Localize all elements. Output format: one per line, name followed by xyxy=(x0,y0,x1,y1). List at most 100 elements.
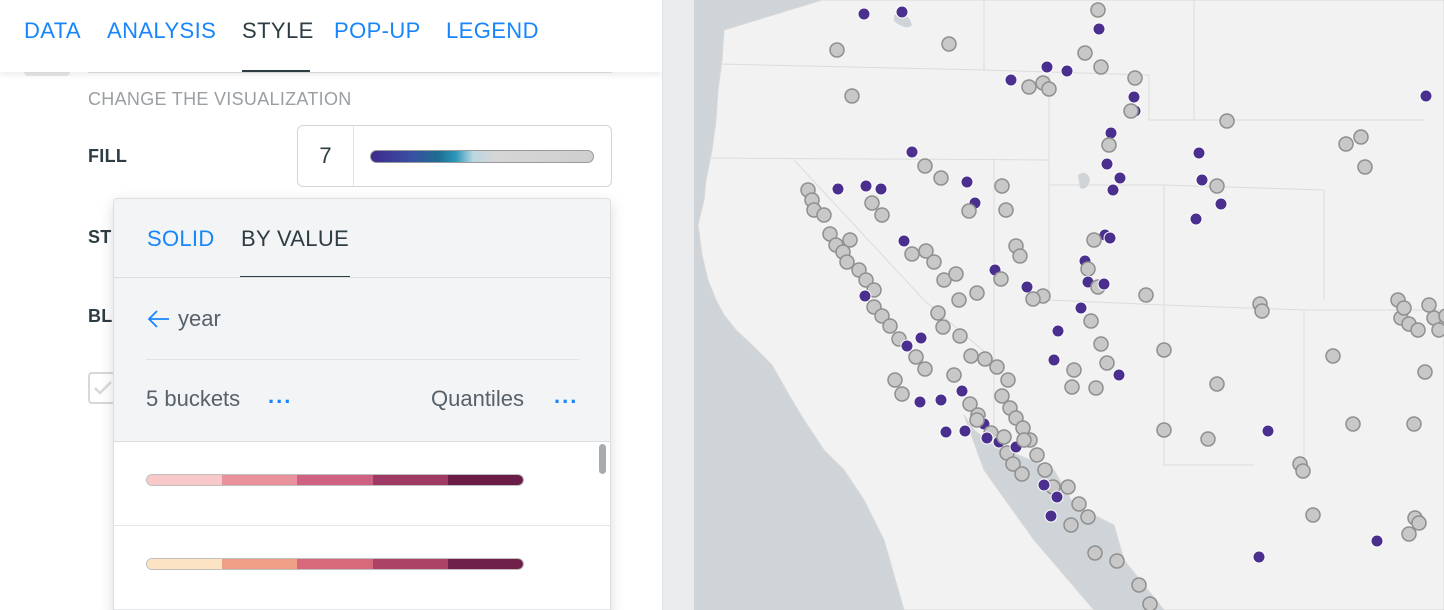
map-data-point[interactable] xyxy=(935,319,951,335)
map-data-point[interactable] xyxy=(1060,479,1076,495)
map-data-point[interactable] xyxy=(1209,178,1225,194)
map-data-point[interactable] xyxy=(1086,232,1102,248)
map-data-point[interactable] xyxy=(1012,248,1028,264)
tab-by-value[interactable]: BY VALUE xyxy=(241,226,349,252)
map-data-point[interactable] xyxy=(917,158,933,174)
map-data-point[interactable] xyxy=(1123,103,1139,119)
map-data-point[interactable] xyxy=(897,234,911,248)
map-data-point[interactable] xyxy=(1093,336,1109,352)
map-data-point[interactable] xyxy=(1189,212,1203,226)
map-data-point[interactable] xyxy=(1100,157,1114,171)
map-data-point[interactable] xyxy=(1417,364,1433,380)
map-data-point[interactable] xyxy=(980,431,994,445)
map-data-point[interactable] xyxy=(1357,159,1373,175)
map-data-point[interactable] xyxy=(1156,342,1172,358)
map-data-point[interactable] xyxy=(1345,416,1361,432)
map-data-point[interactable] xyxy=(1060,64,1074,78)
map-data-point[interactable] xyxy=(941,36,957,52)
map-data-point[interactable] xyxy=(1016,432,1032,448)
map-data-point[interactable] xyxy=(1112,368,1126,382)
map-data-point[interactable] xyxy=(963,348,979,364)
tab-solid[interactable]: SOLID xyxy=(147,226,215,252)
map-data-point[interactable] xyxy=(844,88,860,104)
map-data-point[interactable] xyxy=(1040,60,1054,74)
map-data-point[interactable] xyxy=(1421,297,1437,313)
map-data-point[interactable] xyxy=(961,203,977,219)
map-data-point[interactable] xyxy=(930,305,946,321)
map-data-point[interactable] xyxy=(969,412,985,428)
map-data-point[interactable] xyxy=(1064,379,1080,395)
map-data-point[interactable] xyxy=(994,178,1010,194)
map-data-point[interactable] xyxy=(939,425,953,439)
map-data-point[interactable] xyxy=(829,42,845,58)
panel-divider[interactable] xyxy=(662,0,694,610)
map-data-point[interactable] xyxy=(998,202,1014,218)
map-data-point[interactable] xyxy=(948,266,964,282)
map-data-point[interactable] xyxy=(1138,287,1154,303)
map-data-point[interactable] xyxy=(1000,372,1016,388)
map-data-point[interactable] xyxy=(831,182,845,196)
map-data-point[interactable] xyxy=(874,182,888,196)
map-data-point[interactable] xyxy=(1077,45,1093,61)
map-data-point[interactable] xyxy=(1088,380,1104,396)
map-data-point[interactable] xyxy=(1101,137,1117,153)
map-data-point[interactable] xyxy=(993,271,1009,287)
map-data-point[interactable] xyxy=(913,395,927,409)
map-data-point[interactable] xyxy=(926,254,942,270)
map-data-point[interactable] xyxy=(1419,89,1433,103)
map-data-point[interactable] xyxy=(864,195,880,211)
map-data-point[interactable] xyxy=(969,285,985,301)
map-data-point[interactable] xyxy=(1209,376,1225,392)
map-data-point[interactable] xyxy=(1093,59,1109,75)
map-data-point[interactable] xyxy=(1063,517,1079,533)
map-data-point[interactable] xyxy=(1401,526,1417,542)
map-data-point[interactable] xyxy=(894,386,910,402)
label-checkbox[interactable] xyxy=(88,372,116,404)
bucket-count-menu[interactable]: ... xyxy=(268,383,292,409)
map-data-point[interactable] xyxy=(1104,126,1118,140)
scrollbar-thumb[interactable] xyxy=(599,444,606,474)
map-data-point[interactable] xyxy=(933,170,949,186)
map-data-point[interactable] xyxy=(905,145,919,159)
map-data-point[interactable] xyxy=(1071,496,1087,512)
color-ramp-option[interactable] xyxy=(114,442,610,526)
classification-method-menu[interactable]: ... xyxy=(554,383,578,409)
map-data-point[interactable] xyxy=(1295,463,1311,479)
map-data-point[interactable] xyxy=(958,424,972,438)
map-data-point[interactable] xyxy=(1051,324,1065,338)
map-data-point[interactable] xyxy=(1113,171,1127,185)
map-data-point[interactable] xyxy=(1083,313,1099,329)
map-data-point[interactable] xyxy=(1099,355,1115,371)
map-data-point[interactable] xyxy=(1261,424,1275,438)
map-data-point[interactable] xyxy=(960,175,974,189)
map-data-point[interactable] xyxy=(1192,146,1206,160)
map-data-point[interactable] xyxy=(1087,545,1103,561)
fill-control[interactable]: 7 xyxy=(297,125,612,187)
map-data-point[interactable] xyxy=(1406,416,1422,432)
map-data-point[interactable] xyxy=(1037,478,1051,492)
map-data-point[interactable] xyxy=(952,328,968,344)
map-data-point[interactable] xyxy=(955,384,969,398)
map-data-point[interactable] xyxy=(1410,322,1426,338)
map-data-point[interactable] xyxy=(900,339,914,353)
map-data-point[interactable] xyxy=(1004,73,1018,87)
map-data-point[interactable] xyxy=(1219,113,1235,129)
map-data-point[interactable] xyxy=(1029,447,1045,463)
map-data-point[interactable] xyxy=(996,429,1012,445)
map-data-point[interactable] xyxy=(1131,577,1147,593)
map-data-point[interactable] xyxy=(882,318,898,334)
map-data-point[interactable] xyxy=(887,372,903,388)
fill-color-ramp[interactable] xyxy=(370,150,594,163)
map-data-point[interactable] xyxy=(1127,90,1141,104)
fill-bucket-count[interactable]: 7 xyxy=(298,126,354,186)
map-data-point[interactable] xyxy=(1037,462,1053,478)
map-data-point[interactable] xyxy=(934,393,948,407)
map-data-point[interactable] xyxy=(895,5,909,19)
map-data-point[interactable] xyxy=(1370,534,1384,548)
map-data-point[interactable] xyxy=(1142,596,1158,610)
map-data-point[interactable] xyxy=(1080,509,1096,525)
map-data-point[interactable] xyxy=(857,7,871,21)
map-data-point[interactable] xyxy=(1396,300,1412,316)
map-data-point[interactable] xyxy=(1127,70,1143,86)
map-data-point[interactable] xyxy=(874,207,890,223)
